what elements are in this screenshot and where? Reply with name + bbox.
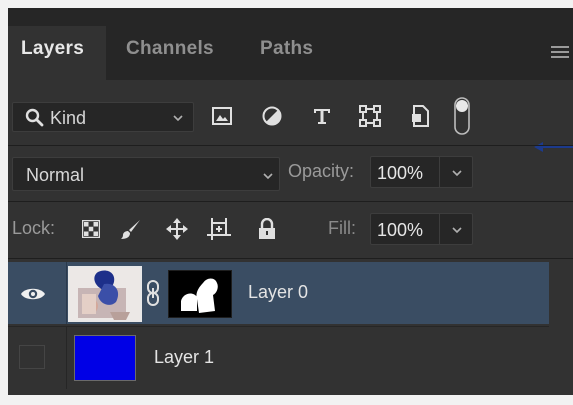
layer-name[interactable]: Layer 1 xyxy=(154,347,214,368)
fill-field[interactable]: 100% xyxy=(370,213,473,245)
fill-label: Fill: xyxy=(328,218,356,238)
lock-transparent-pixels-icon[interactable] xyxy=(78,216,104,242)
visibility-toggle[interactable] xyxy=(8,262,62,324)
layers-panel: Layers Channels Paths Kind Normal Opacit… xyxy=(0,0,573,405)
layer-row-layer-0[interactable]: Layer 0 xyxy=(8,262,549,324)
bottom-strip xyxy=(0,395,573,405)
fill-value: 100% xyxy=(377,220,424,240)
layer-mask-thumbnail[interactable] xyxy=(168,270,232,318)
visibility-toggle[interactable] xyxy=(8,327,62,389)
chevron-down-icon[interactable] xyxy=(452,168,462,178)
chevron-down-icon[interactable] xyxy=(452,225,462,235)
divider xyxy=(8,201,573,202)
tab-layers[interactable]: Layers xyxy=(8,26,106,80)
divider xyxy=(8,258,573,259)
opacity-value: 100% xyxy=(377,163,424,183)
filter-toggle-switch[interactable] xyxy=(452,96,472,136)
arrow-left-icon xyxy=(534,140,573,152)
lock-artboard-icon[interactable] xyxy=(206,216,232,242)
kind-filter-label: Kind xyxy=(50,108,87,128)
type-filter-icon[interactable] xyxy=(310,104,334,128)
layer-row-layer-1[interactable]: Layer 1 xyxy=(8,326,549,389)
lock-label: Lock: xyxy=(12,218,56,238)
shape-filter-icon[interactable] xyxy=(358,104,382,128)
lock-all-icon[interactable] xyxy=(254,216,280,242)
kind-filter-select[interactable]: Kind xyxy=(12,102,194,132)
opacity-field[interactable]: 100% xyxy=(370,156,473,188)
tab-channels[interactable]: Channels xyxy=(126,26,246,80)
link-icon[interactable] xyxy=(146,280,160,306)
search-icon xyxy=(25,108,45,133)
lock-position-icon[interactable] xyxy=(164,216,190,242)
tab-bar: Layers Channels Paths xyxy=(8,8,573,80)
layer-thumbnail[interactable] xyxy=(74,335,136,381)
blend-mode-value: Normal xyxy=(26,165,85,185)
chevron-down-icon xyxy=(263,171,273,181)
opacity-label: Opacity: xyxy=(288,161,355,181)
adjustment-filter-icon[interactable] xyxy=(260,104,284,128)
smart-object-filter-icon[interactable] xyxy=(408,104,432,128)
lock-image-pixels-icon[interactable] xyxy=(118,216,144,242)
image-filter-icon[interactable] xyxy=(210,104,234,128)
chevron-down-icon xyxy=(173,113,183,123)
tab-paths[interactable]: Paths xyxy=(260,26,340,80)
layer-thumbnail[interactable] xyxy=(68,266,142,322)
blend-mode-select[interactable]: Normal xyxy=(12,157,280,191)
divider xyxy=(8,145,573,146)
blend-row: Normal Opacity: 100% xyxy=(8,153,573,195)
lock-row: Lock: Fill: 100% xyxy=(8,208,573,250)
panel-menu-icon[interactable] xyxy=(551,46,569,60)
layer-name[interactable]: Layer 0 xyxy=(248,282,308,303)
filter-row: Kind xyxy=(8,96,573,152)
